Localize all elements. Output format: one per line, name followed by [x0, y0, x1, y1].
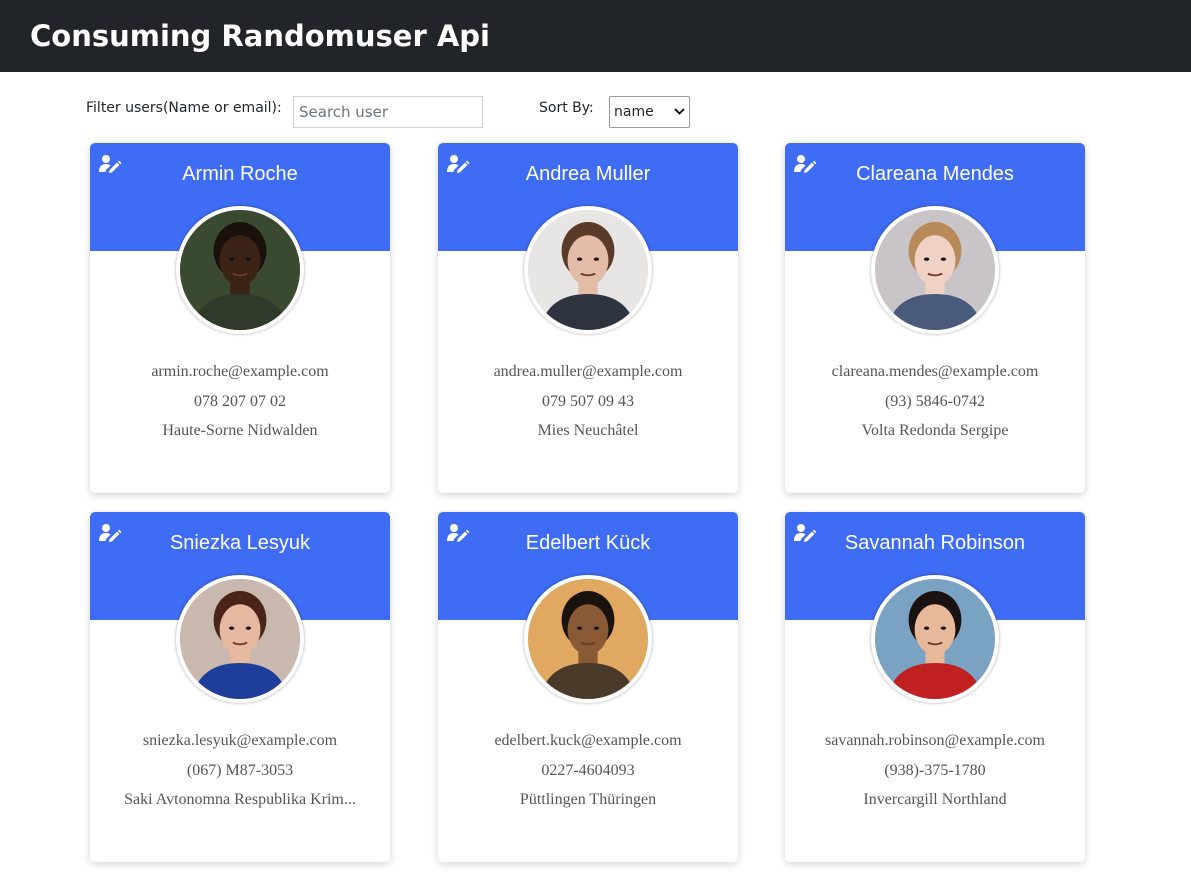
search-input[interactable] [293, 96, 483, 128]
user-location: Haute-Sorne Nidwalden [162, 422, 318, 439]
user-location: Invercargill Northland [863, 791, 1007, 808]
user-phone: (938)-375-1780 [884, 762, 986, 779]
sort-label: Sort By: [539, 100, 594, 116]
user-name: Sniezka Lesyuk [169, 532, 311, 554]
user-phone: 0227-4604093 [541, 762, 635, 779]
user-card[interactable]: Andrea Muller andrea.muller@example.com … [438, 143, 738, 493]
user-email: edelbert.kuck@example.com [494, 732, 682, 749]
user-card[interactable]: Edelbert Kück edelbert.kuck@example.com … [438, 512, 738, 862]
sort-select[interactable]: name [609, 96, 690, 128]
avatar [176, 206, 304, 334]
user-location: Saki Avtonomna Respublika Krim... [124, 791, 356, 808]
user-location: Volta Redonda Sergipe [861, 422, 1009, 439]
user-name: Armin Roche [182, 163, 298, 185]
user-name: Clareana Mendes [856, 163, 1014, 185]
user-name: Savannah Robinson [844, 532, 1026, 554]
user-email: sniezka.lesyuk@example.com [142, 732, 338, 749]
avatar [871, 575, 999, 703]
user-email: andrea.muller@example.com [493, 363, 683, 380]
user-name: Edelbert Kück [525, 532, 651, 554]
user-phone: (93) 5846-0742 [885, 393, 985, 410]
user-location: Püttlingen Thüringen [519, 791, 657, 808]
user-phone: 079 507 09 43 [542, 393, 634, 410]
chevron-down-icon [674, 107, 685, 118]
sort-selected-value: name [614, 104, 654, 120]
user-phone: 078 207 07 02 [194, 393, 286, 410]
filter-label: Filter users(Name or email): [86, 100, 282, 116]
avatar [524, 206, 652, 334]
user-card[interactable]: Clareana Mendes clareana.mendes@example.… [785, 143, 1085, 493]
user-email: armin.roche@example.com [151, 363, 329, 380]
page-title: Consuming Randomuser Api [30, 19, 490, 53]
user-card[interactable]: Sniezka Lesyuk sniezka.lesyuk@example.co… [90, 512, 390, 862]
user-email: clareana.mendes@example.com [831, 363, 1039, 380]
avatar [524, 575, 652, 703]
user-email: savannah.robinson@example.com [824, 732, 1045, 749]
user-location: Mies Neuchâtel [537, 422, 639, 439]
user-card[interactable]: Savannah Robinson savannah.robinson@exam… [785, 512, 1085, 862]
user-card[interactable]: Armin Roche armin.roche@example.com 078 … [90, 143, 390, 493]
avatar [176, 575, 304, 703]
navbar: Consuming Randomuser Api [0, 0, 1191, 72]
avatar [871, 206, 999, 334]
user-name: Andrea Muller [525, 163, 651, 185]
user-phone: (067) M87-3053 [186, 762, 294, 779]
